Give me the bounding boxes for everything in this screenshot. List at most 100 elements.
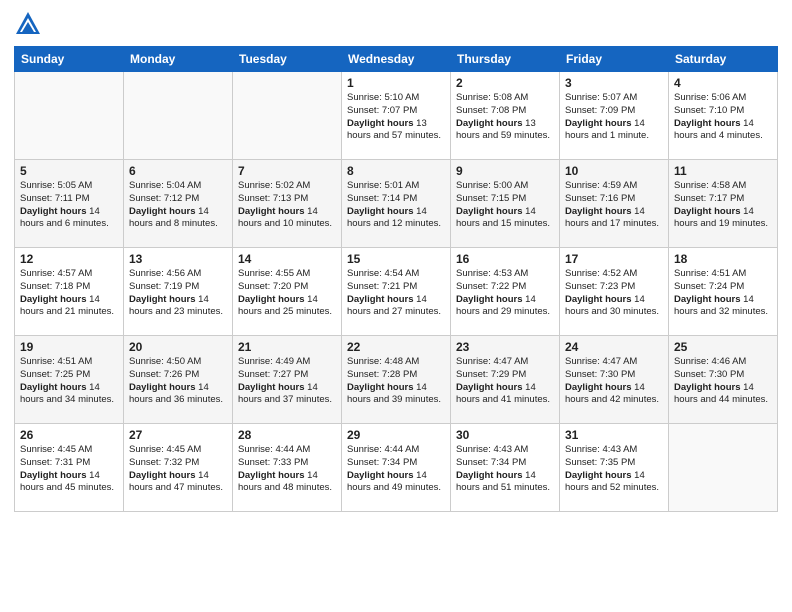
header	[14, 10, 778, 38]
day-number: 2	[456, 76, 554, 90]
day-number: 17	[565, 252, 663, 266]
calendar-cell	[124, 72, 233, 160]
calendar-cell: 25 Sunrise: 4:46 AMSunset: 7:30 PMDayligh…	[669, 336, 778, 424]
cell-info: Sunrise: 4:50 AMSunset: 7:26 PMDaylight …	[129, 356, 227, 407]
cell-info: Sunrise: 4:47 AMSunset: 7:29 PMDaylight …	[456, 356, 554, 407]
cell-info: Sunrise: 4:43 AMSunset: 7:34 PMDaylight …	[456, 444, 554, 495]
calendar-cell: 17 Sunrise: 4:52 AMSunset: 7:23 PMDayligh…	[560, 248, 669, 336]
calendar-cell: 10Sunrise: 4:59 AMSunset: 7:16 PMDayligh…	[560, 160, 669, 248]
calendar-cell: 26 Sunrise: 4:45 AMSunset: 7:31 PMDayligh…	[15, 424, 124, 512]
calendar-cell: 16 Sunrise: 4:53 AMSunset: 7:22 PMDayligh…	[451, 248, 560, 336]
calendar-cell: 19 Sunrise: 4:51 AMSunset: 7:25 PMDayligh…	[15, 336, 124, 424]
day-number: 29	[347, 428, 445, 442]
weekday-header-saturday: Saturday	[669, 47, 778, 72]
weekday-header-tuesday: Tuesday	[233, 47, 342, 72]
calendar-week-4: 19 Sunrise: 4:51 AMSunset: 7:25 PMDayligh…	[15, 336, 778, 424]
calendar-cell: 14 Sunrise: 4:55 AMSunset: 7:20 PMDayligh…	[233, 248, 342, 336]
calendar-cell: 29 Sunrise: 4:44 AMSunset: 7:34 PMDayligh…	[342, 424, 451, 512]
calendar-cell: 1Sunrise: 5:10 AMSunset: 7:07 PMDaylight…	[342, 72, 451, 160]
logo	[14, 10, 46, 38]
day-number: 23	[456, 340, 554, 354]
weekday-header-sunday: Sunday	[15, 47, 124, 72]
logo-icon	[14, 10, 42, 38]
cell-info: Sunrise: 5:02 AMSunset: 7:13 PMDaylight …	[238, 180, 336, 231]
cell-info: Sunrise: 4:49 AMSunset: 7:27 PMDaylight …	[238, 356, 336, 407]
calendar-cell: 3 Sunrise: 5:07 AMSunset: 7:09 PMDaylight…	[560, 72, 669, 160]
day-number: 26	[20, 428, 118, 442]
calendar-cell: 18 Sunrise: 4:51 AMSunset: 7:24 PMDayligh…	[669, 248, 778, 336]
day-number: 18	[674, 252, 772, 266]
cell-info: Sunrise: 4:54 AMSunset: 7:21 PMDaylight …	[347, 268, 445, 319]
day-number: 8	[347, 164, 445, 178]
cell-info: Sunrise: 5:07 AMSunset: 7:09 PMDaylight …	[565, 92, 663, 143]
cell-info: Sunrise: 5:01 AMSunset: 7:14 PMDaylight …	[347, 180, 445, 231]
cell-info: Sunrise: 5:05 AMSunset: 7:11 PMDaylight …	[20, 180, 118, 231]
day-number: 27	[129, 428, 227, 442]
cell-info: Sunrise: 4:47 AMSunset: 7:30 PMDaylight …	[565, 356, 663, 407]
day-number: 3	[565, 76, 663, 90]
calendar-week-3: 12Sunrise: 4:57 AMSunset: 7:18 PMDayligh…	[15, 248, 778, 336]
day-number: 30	[456, 428, 554, 442]
weekday-header-row: SundayMondayTuesdayWednesdayThursdayFrid…	[15, 47, 778, 72]
day-number: 10	[565, 164, 663, 178]
calendar-week-1: 1Sunrise: 5:10 AMSunset: 7:07 PMDaylight…	[15, 72, 778, 160]
calendar-week-5: 26 Sunrise: 4:45 AMSunset: 7:31 PMDayligh…	[15, 424, 778, 512]
cell-info: Sunrise: 4:48 AMSunset: 7:28 PMDaylight …	[347, 356, 445, 407]
day-number: 16	[456, 252, 554, 266]
cell-info: Sunrise: 4:44 AMSunset: 7:33 PMDaylight …	[238, 444, 336, 495]
calendar-table: SundayMondayTuesdayWednesdayThursdayFrid…	[14, 46, 778, 512]
day-number: 7	[238, 164, 336, 178]
cell-info: Sunrise: 4:56 AMSunset: 7:19 PMDaylight …	[129, 268, 227, 319]
day-number: 11	[674, 164, 772, 178]
calendar-cell: 21 Sunrise: 4:49 AMSunset: 7:27 PMDayligh…	[233, 336, 342, 424]
day-number: 15	[347, 252, 445, 266]
calendar-cell: 8 Sunrise: 5:01 AMSunset: 7:14 PMDaylight…	[342, 160, 451, 248]
calendar-cell	[233, 72, 342, 160]
cell-info: Sunrise: 4:51 AMSunset: 7:25 PMDaylight …	[20, 356, 118, 407]
day-number: 6	[129, 164, 227, 178]
day-number: 31	[565, 428, 663, 442]
cell-info: Sunrise: 5:00 AMSunset: 7:15 PMDaylight …	[456, 180, 554, 231]
day-number: 19	[20, 340, 118, 354]
calendar-cell: 13 Sunrise: 4:56 AMSunset: 7:19 PMDayligh…	[124, 248, 233, 336]
calendar-cell: 5 Sunrise: 5:05 AMSunset: 7:11 PMDaylight…	[15, 160, 124, 248]
calendar-cell: 24 Sunrise: 4:47 AMSunset: 7:30 PMDayligh…	[560, 336, 669, 424]
day-number: 9	[456, 164, 554, 178]
day-number: 1	[347, 76, 445, 90]
calendar-cell: 30 Sunrise: 4:43 AMSunset: 7:34 PMDayligh…	[451, 424, 560, 512]
day-number: 22	[347, 340, 445, 354]
cell-info: Sunrise: 4:53 AMSunset: 7:22 PMDaylight …	[456, 268, 554, 319]
calendar-cell: 6Sunrise: 5:04 AMSunset: 7:12 PMDaylight…	[124, 160, 233, 248]
day-number: 21	[238, 340, 336, 354]
day-number: 14	[238, 252, 336, 266]
day-number: 20	[129, 340, 227, 354]
cell-info: Sunrise: 5:06 AMSunset: 7:10 PMDaylight …	[674, 92, 772, 143]
cell-info: Sunrise: 4:44 AMSunset: 7:34 PMDaylight …	[347, 444, 445, 495]
calendar-cell: 11 Sunrise: 4:58 AMSunset: 7:17 PMDayligh…	[669, 160, 778, 248]
day-number: 4	[674, 76, 772, 90]
cell-info: Sunrise: 4:52 AMSunset: 7:23 PMDaylight …	[565, 268, 663, 319]
calendar-cell: 7 Sunrise: 5:02 AMSunset: 7:13 PMDaylight…	[233, 160, 342, 248]
cell-info: Sunrise: 4:45 AMSunset: 7:31 PMDaylight …	[20, 444, 118, 495]
day-number: 13	[129, 252, 227, 266]
weekday-header-thursday: Thursday	[451, 47, 560, 72]
weekday-header-monday: Monday	[124, 47, 233, 72]
cell-info: Sunrise: 4:58 AMSunset: 7:17 PMDaylight …	[674, 180, 772, 231]
cell-info: Sunrise: 4:45 AMSunset: 7:32 PMDaylight …	[129, 444, 227, 495]
weekday-header-friday: Friday	[560, 47, 669, 72]
calendar-cell: 22 Sunrise: 4:48 AMSunset: 7:28 PMDayligh…	[342, 336, 451, 424]
calendar-cell: 27 Sunrise: 4:45 AMSunset: 7:32 PMDayligh…	[124, 424, 233, 512]
calendar-cell: 2 Sunrise: 5:08 AMSunset: 7:08 PMDaylight…	[451, 72, 560, 160]
calendar-cell: 20 Sunrise: 4:50 AMSunset: 7:26 PMDayligh…	[124, 336, 233, 424]
day-number: 25	[674, 340, 772, 354]
day-number: 5	[20, 164, 118, 178]
day-number: 24	[565, 340, 663, 354]
cell-info: Sunrise: 4:46 AMSunset: 7:30 PMDaylight …	[674, 356, 772, 407]
calendar-cell: 9 Sunrise: 5:00 AMSunset: 7:15 PMDaylight…	[451, 160, 560, 248]
calendar-week-2: 5 Sunrise: 5:05 AMSunset: 7:11 PMDaylight…	[15, 160, 778, 248]
cell-info: Sunrise: 4:57 AMSunset: 7:18 PMDaylight …	[20, 268, 118, 319]
cell-info: Sunrise: 4:55 AMSunset: 7:20 PMDaylight …	[238, 268, 336, 319]
calendar-cell: 12Sunrise: 4:57 AMSunset: 7:18 PMDayligh…	[15, 248, 124, 336]
cell-info: Sunrise: 5:08 AMSunset: 7:08 PMDaylight …	[456, 92, 554, 143]
cell-info: Sunrise: 4:51 AMSunset: 7:24 PMDaylight …	[674, 268, 772, 319]
